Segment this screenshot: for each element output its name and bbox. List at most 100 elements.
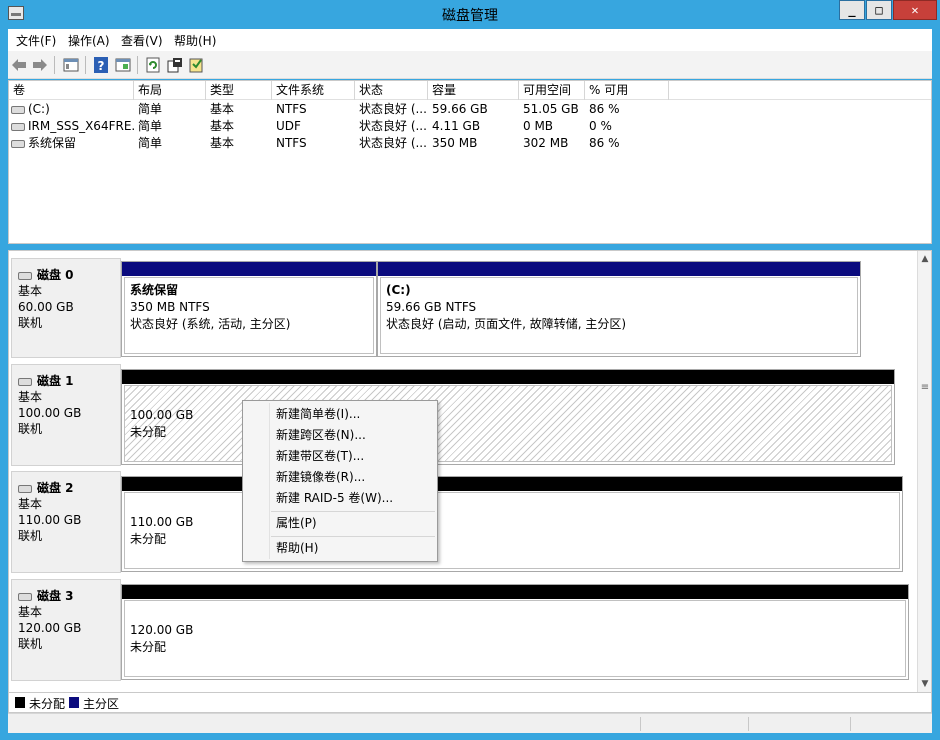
disk-state: 联机 — [18, 529, 43, 543]
unallocated-bar — [122, 370, 894, 384]
volume-filesystem: UDF — [276, 119, 301, 133]
status-divider — [748, 717, 749, 731]
disk-icon — [18, 484, 32, 493]
properties-icon[interactable] — [166, 56, 184, 74]
back-arrow-icon[interactable] — [10, 56, 28, 74]
scroll-thumb[interactable]: ≡ — [919, 363, 931, 413]
unallocated-bar — [122, 585, 908, 599]
volume-list-header: 卷 布局 类型 文件系统 状态 容量 可用空间 % 可用 — [9, 81, 931, 100]
disk-icon — [18, 377, 32, 386]
disk-size: 110.00 GB — [18, 513, 82, 527]
volume-type: 基本 — [210, 102, 235, 116]
drive-icon — [11, 105, 25, 114]
partition-unallocated-disk-3[interactable]: 120.00 GB 未分配 — [121, 584, 909, 680]
volume-percent-free: 86 % — [589, 136, 620, 150]
toolbar: ? — [8, 51, 932, 79]
volume-type: 基本 — [210, 119, 235, 133]
partition-size: 59.66 GB NTFS — [386, 300, 477, 314]
help-icon[interactable]: ? — [92, 56, 110, 74]
partition-system-reserved[interactable]: 系统保留 350 MB NTFS 状态良好 (系统, 活动, 主分区) — [121, 261, 377, 357]
menu-item-properties[interactable]: 属性(P) — [244, 513, 436, 534]
volume-filesystem: NTFS — [276, 136, 307, 150]
scroll-down-icon[interactable]: ▼ — [918, 676, 931, 692]
vertical-scrollbar[interactable]: ▲ ≡ ▼ — [917, 251, 931, 692]
disk-icon — [18, 271, 32, 280]
disk-name: 磁盘 0 — [37, 268, 74, 282]
disk-type: 基本 — [18, 390, 43, 404]
menu-separator — [271, 511, 435, 512]
column-header-percent-free[interactable]: % 可用 — [585, 81, 669, 100]
menu-help[interactable]: 帮助(H) — [174, 32, 216, 49]
volume-filesystem: NTFS — [276, 102, 307, 116]
legend-label-unallocated: 未分配 — [29, 697, 66, 711]
column-header-filesystem[interactable]: 文件系统 — [272, 81, 355, 100]
unallocated-legend-swatch — [15, 697, 25, 708]
unallocated-bar — [122, 477, 902, 491]
toolbar-separator — [137, 56, 138, 74]
status-bar — [8, 713, 932, 733]
volume-row[interactable]: 系统保留 简单 基本 NTFS 状态良好 (... 350 MB 302 MB … — [9, 135, 931, 152]
volume-free-space: 302 MB — [523, 136, 569, 150]
volume-percent-free: 0 % — [589, 119, 612, 133]
disk-management-window: 磁盘管理 _ □ ✕ 文件(F) 操作(A) 查看(V) 帮助(H) ? 卷 布… — [0, 0, 940, 740]
refresh-icon[interactable] — [144, 56, 162, 74]
partition-body: 系统保留 350 MB NTFS 状态良好 (系统, 活动, 主分区) — [124, 277, 374, 354]
menu-item-new-spanned-volume[interactable]: 新建跨区卷(N)... — [244, 425, 436, 446]
column-header-volume[interactable]: 卷 — [9, 81, 134, 100]
volume-list: 卷 布局 类型 文件系统 状态 容量 可用空间 % 可用 (C:) 简单 基本 … — [8, 80, 932, 244]
volume-capacity: 59.66 GB — [432, 102, 488, 116]
partition-unallocated-disk-1[interactable]: 100.00 GB 未分配 — [121, 369, 895, 465]
partition-c-drive[interactable]: (C:) 59.66 GB NTFS 状态良好 (启动, 页面文件, 故障转储,… — [377, 261, 861, 357]
partition-body: 120.00 GB 未分配 — [124, 600, 906, 677]
volume-layout: 简单 — [138, 119, 163, 133]
show-pane-icon[interactable] — [114, 56, 132, 74]
column-header-type[interactable]: 类型 — [206, 81, 272, 100]
column-header-free-space[interactable]: 可用空间 — [519, 81, 585, 100]
volume-status: 状态良好 (... — [359, 136, 427, 150]
title-bar: 磁盘管理 _ □ ✕ — [0, 0, 940, 28]
volume-name: (C:) — [28, 102, 50, 116]
volume-capacity: 350 MB — [432, 136, 478, 150]
menu-item-new-mirrored-volume[interactable]: 新建镜像卷(R)... — [244, 467, 436, 488]
primary-legend-swatch — [69, 697, 79, 708]
menu-bar: 文件(F) 操作(A) 查看(V) 帮助(H) — [8, 29, 932, 51]
disk-2-label[interactable]: 磁盘 2 基本 110.00 GB 联机 — [11, 471, 121, 573]
volume-row[interactable]: (C:) 简单 基本 NTFS 状态良好 (... 59.66 GB 51.05… — [9, 101, 931, 118]
disk-name: 磁盘 1 — [37, 374, 74, 388]
menu-file[interactable]: 文件(F) — [16, 32, 56, 49]
forward-arrow-icon[interactable] — [31, 56, 49, 74]
disk-0-label[interactable]: 磁盘 0 基本 60.00 GB 联机 — [11, 258, 121, 358]
menu-action[interactable]: 操作(A) — [68, 32, 110, 49]
menu-item-new-simple-volume[interactable]: 新建简单卷(I)... — [244, 404, 436, 425]
volume-row[interactable]: IRM_SSS_X64FRE... 简单 基本 UDF 状态良好 (... 4.… — [9, 118, 931, 135]
menu-view[interactable]: 查看(V) — [121, 32, 163, 49]
volume-status: 状态良好 (... — [359, 119, 427, 133]
toolbar-separator — [54, 56, 55, 74]
menu-item-new-striped-volume[interactable]: 新建带区卷(T)... — [244, 446, 436, 467]
column-header-capacity[interactable]: 容量 — [428, 81, 519, 100]
partition-unallocated-disk-2[interactable]: 110.00 GB 未分配 — [121, 476, 903, 572]
volume-free-space: 0 MB — [523, 119, 554, 133]
column-header-status[interactable]: 状态 — [355, 81, 428, 100]
disk-state: 联机 — [18, 316, 43, 330]
console-tree-icon[interactable] — [62, 56, 80, 74]
scroll-up-icon[interactable]: ▲ — [918, 251, 931, 267]
partition-title: 系统保留 — [130, 283, 179, 297]
menu-item-help[interactable]: 帮助(H) — [244, 538, 436, 559]
column-header-layout[interactable]: 布局 — [134, 81, 206, 100]
volume-name: 系统保留 — [28, 136, 77, 150]
export-icon[interactable] — [188, 56, 206, 74]
maximize-button[interactable]: □ — [866, 0, 892, 20]
menu-item-new-raid5-volume[interactable]: 新建 RAID-5 卷(W)... — [244, 488, 436, 509]
volume-type: 基本 — [210, 136, 235, 150]
volume-status: 状态良好 (... — [359, 102, 427, 116]
optical-drive-icon — [11, 122, 25, 131]
disk-3-label[interactable]: 磁盘 3 基本 120.00 GB 联机 — [11, 579, 121, 681]
primary-partition-bar — [378, 262, 860, 276]
partition-status: 状态良好 (系统, 活动, 主分区) — [130, 317, 291, 331]
disk-size: 60.00 GB — [18, 300, 74, 314]
partition-body: 110.00 GB 未分配 — [124, 492, 900, 569]
minimize-button[interactable]: _ — [839, 0, 865, 20]
close-button[interactable]: ✕ — [893, 0, 937, 20]
disk-1-label[interactable]: 磁盘 1 基本 100.00 GB 联机 — [11, 364, 121, 466]
